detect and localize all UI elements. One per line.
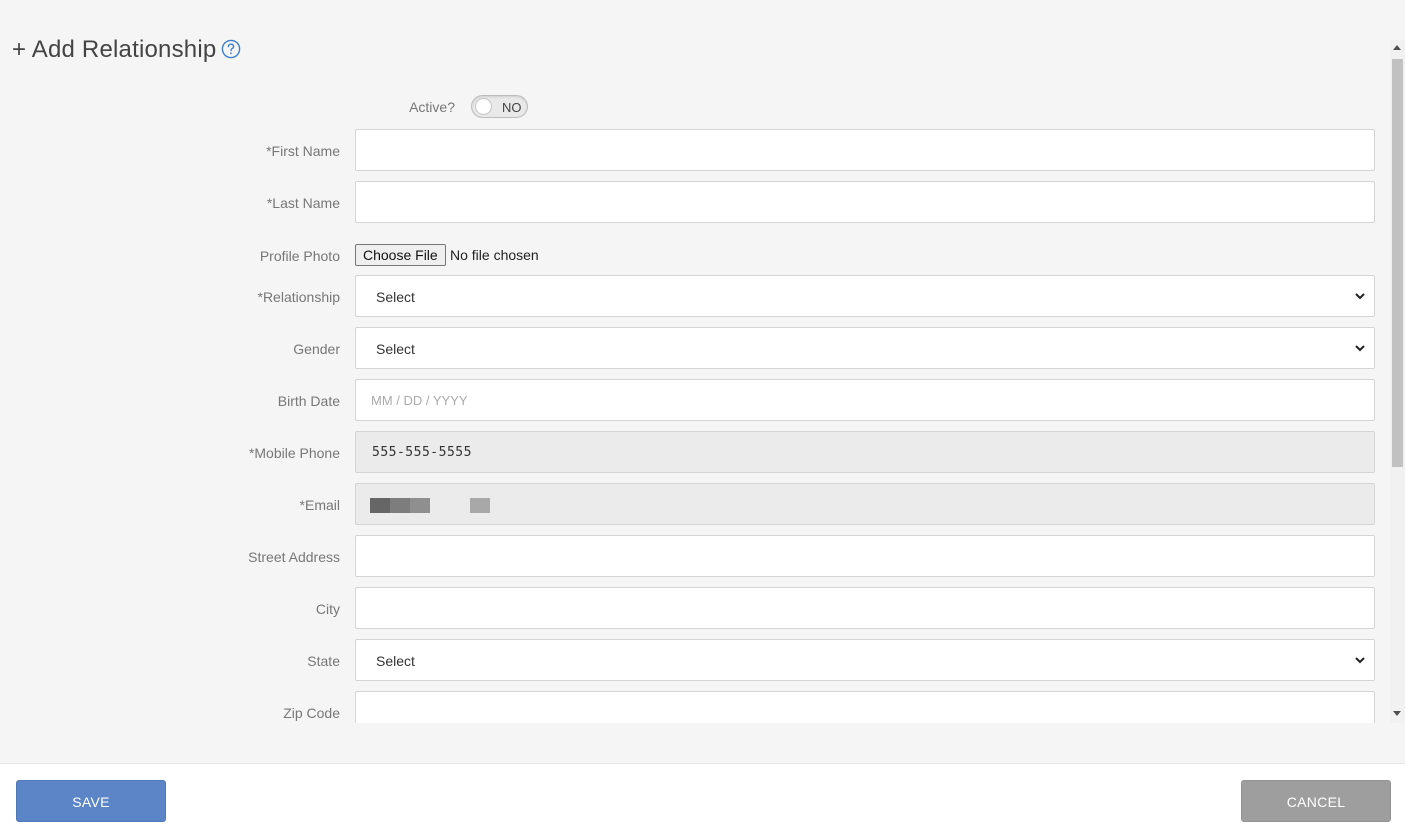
redacted-email-block <box>410 498 430 513</box>
mobile-phone-row: *Mobile Phone 555-555-5555 <box>0 431 1390 473</box>
first-name-label: *First Name <box>266 143 340 159</box>
active-toggle[interactable]: NO <box>471 95 528 118</box>
toggle-text: NO <box>502 100 522 115</box>
last-name-row: *Last Name <box>0 181 1390 223</box>
choose-file-button[interactable]: Choose File <box>355 244 446 266</box>
birth-date-row: Birth Date MM / DD / YYYY <box>0 379 1390 421</box>
state-selected: Select <box>376 653 415 669</box>
gender-label: Gender <box>293 341 340 357</box>
first-name-row: *First Name <box>0 129 1390 171</box>
city-input[interactable] <box>355 587 1375 629</box>
chevron-down-icon <box>1355 293 1365 300</box>
street-address-label: Street Address <box>248 549 340 565</box>
zip-code-input[interactable] <box>355 691 1375 723</box>
toggle-knob <box>475 98 492 115</box>
birth-date-label: Birth Date <box>277 393 340 409</box>
page-header: + Add Relationship <box>12 36 241 64</box>
profile-photo-label: Profile Photo <box>259 248 340 264</box>
redacted-email-block <box>470 498 490 513</box>
scroll-down-icon[interactable] <box>1393 711 1401 716</box>
scrollbar-thumb[interactable] <box>1392 59 1403 467</box>
email-input[interactable] <box>355 483 1375 525</box>
question-circle-icon[interactable] <box>221 39 241 59</box>
page-title: + Add Relationship <box>12 36 217 63</box>
last-name-label: *Last Name <box>266 195 340 211</box>
last-name-input[interactable] <box>355 181 1375 223</box>
mobile-phone-input[interactable]: 555-555-5555 <box>355 431 1375 473</box>
relationship-label: *Relationship <box>257 289 341 305</box>
street-address-input[interactable] <box>355 535 1375 577</box>
active-label: Active? <box>409 99 455 115</box>
birth-date-input[interactable]: MM / DD / YYYY <box>355 379 1375 421</box>
gender-select[interactable]: Select <box>355 327 1375 369</box>
relationship-row: *Relationship Select <box>0 275 1390 317</box>
chevron-down-icon <box>1355 657 1365 664</box>
form-area: + Add Relationship Active? NO *First Nam… <box>0 0 1390 723</box>
zip-code-label: Zip Code <box>283 705 340 721</box>
state-select[interactable]: Select <box>355 639 1375 681</box>
street-address-row: Street Address <box>0 535 1390 577</box>
footer-bar: SAVE CANCEL <box>0 763 1405 833</box>
vertical-scrollbar[interactable] <box>1390 40 1405 723</box>
file-status: No file chosen <box>450 247 539 263</box>
city-row: City <box>0 587 1390 629</box>
birth-date-placeholder: MM / DD / YYYY <box>371 393 468 408</box>
first-name-input[interactable] <box>355 129 1375 171</box>
relationship-select[interactable]: Select <box>355 275 1375 317</box>
email-row: *Email <box>0 483 1390 525</box>
state-label: State <box>307 653 340 669</box>
gender-selected: Select <box>376 341 415 357</box>
cancel-button[interactable]: CANCEL <box>1241 780 1391 822</box>
relationship-selected: Select <box>376 289 415 305</box>
email-label: *Email <box>299 497 340 513</box>
scroll-up-icon[interactable] <box>1393 45 1401 50</box>
mobile-phone-label: *Mobile Phone <box>248 445 340 461</box>
city-label: City <box>315 601 340 617</box>
redacted-email-block <box>390 498 410 513</box>
active-row: Active? NO <box>0 95 540 119</box>
profile-photo-row: Profile Photo Choose File No file chosen <box>0 244 1390 268</box>
gender-row: Gender Select <box>0 327 1390 369</box>
save-button[interactable]: SAVE <box>16 780 166 822</box>
chevron-down-icon <box>1355 345 1365 352</box>
redacted-email-block <box>370 498 390 513</box>
mobile-phone-value: 555-555-5555 <box>372 445 472 460</box>
zip-code-row: Zip Code <box>0 691 1390 723</box>
state-row: State Select <box>0 639 1390 681</box>
